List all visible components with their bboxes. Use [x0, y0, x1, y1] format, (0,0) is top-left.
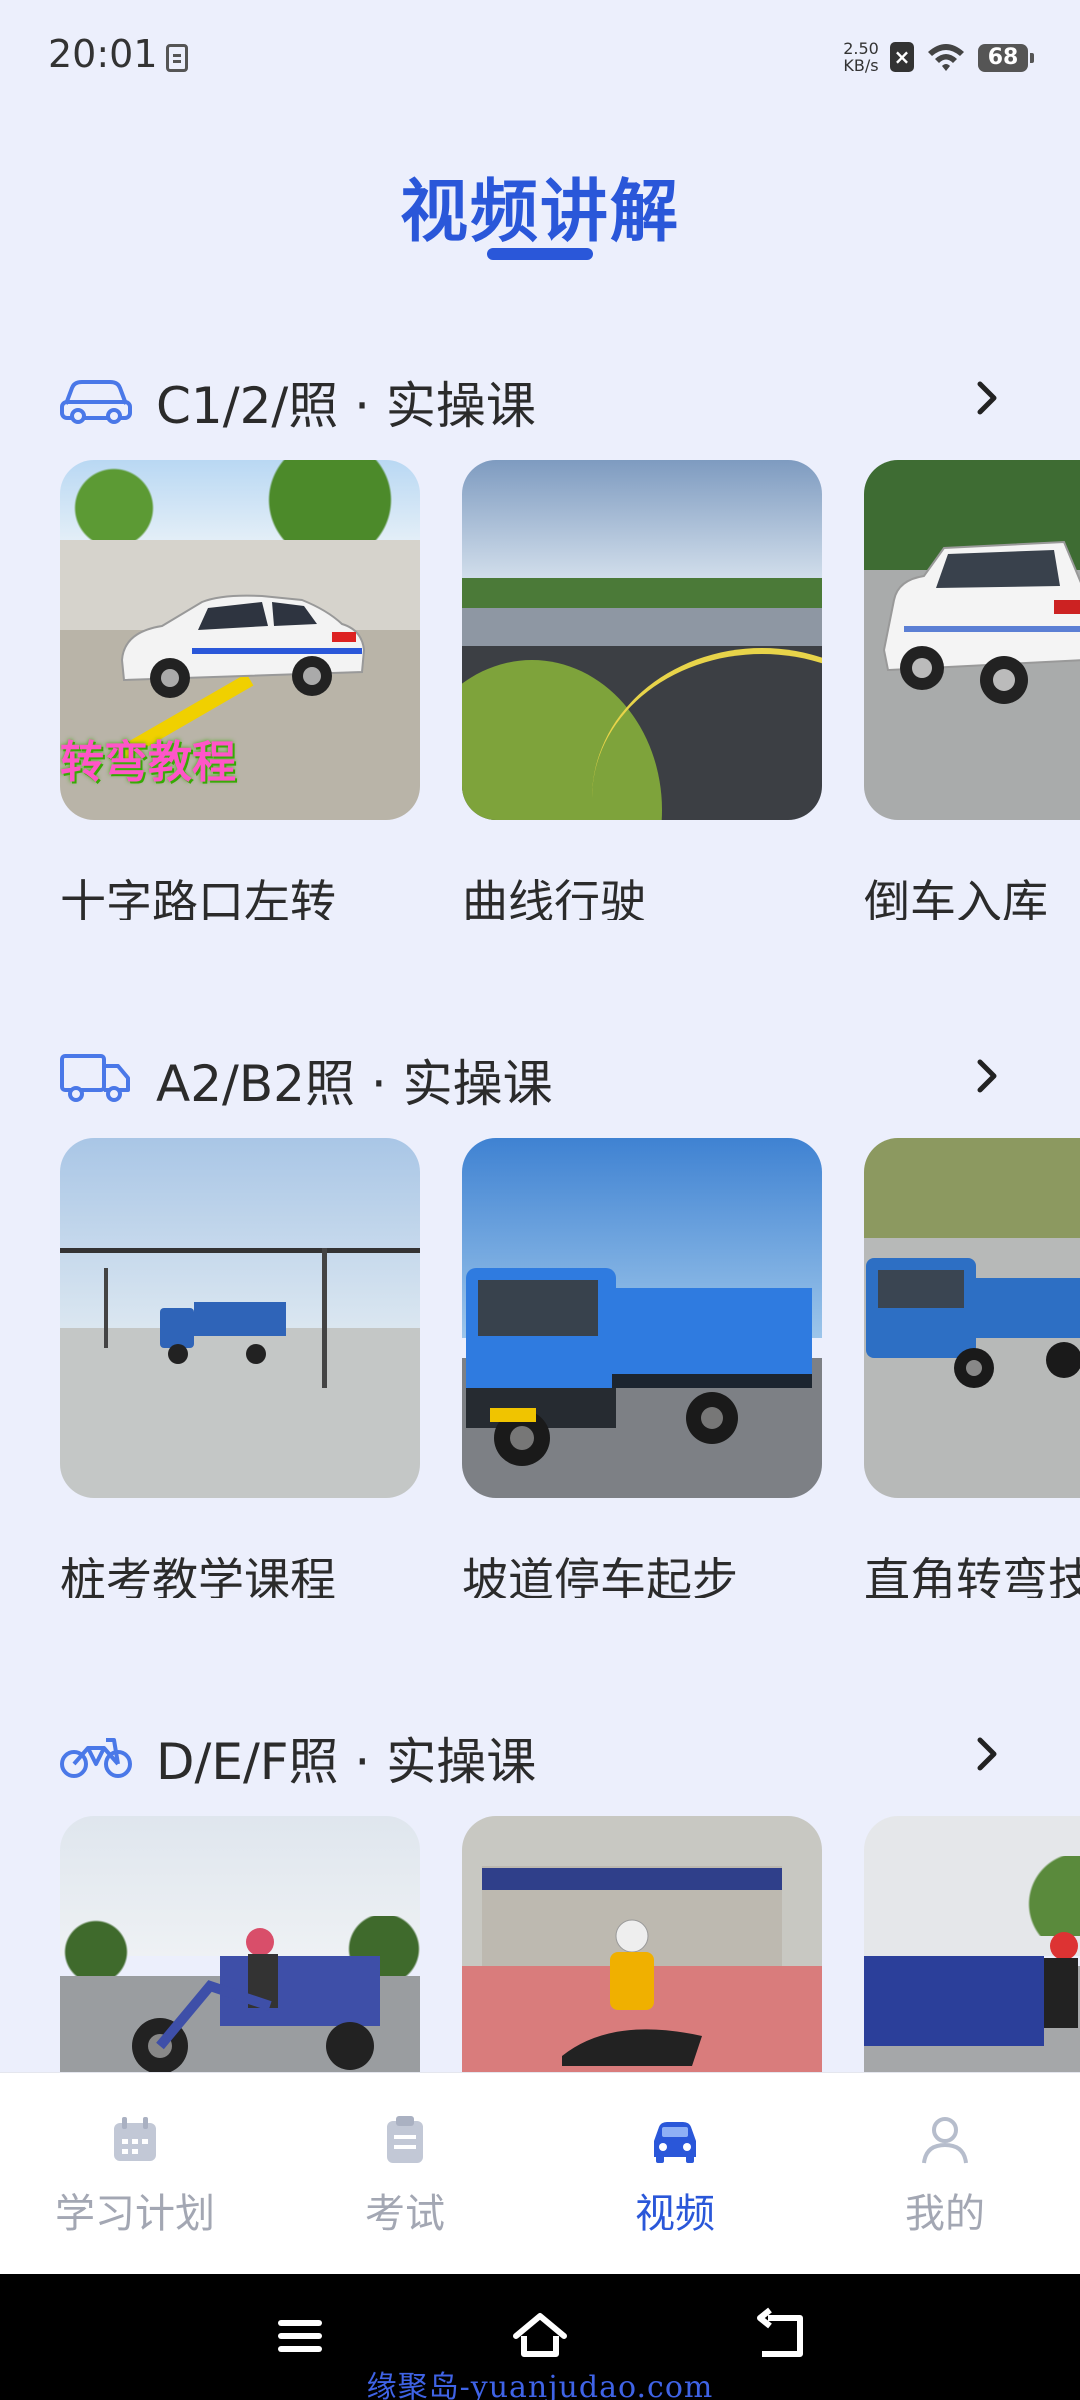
video-title: 十字路口左转	[60, 875, 336, 920]
motorcycle-icon	[60, 1738, 132, 1778]
title-underline	[487, 248, 593, 260]
bottom-nav: 学习计划 考试 视频 我的	[0, 2072, 1080, 2274]
video-thumbnail	[462, 460, 822, 820]
status-bar: 20:01 2.50 KB/s × 68	[0, 0, 1080, 115]
chevron-right-icon[interactable]	[966, 1054, 1010, 1098]
sim-off-icon: ×	[890, 42, 914, 72]
video-thumbnail	[864, 460, 1080, 820]
section-header[interactable]: C1/2/照 · 实操课	[0, 358, 1080, 438]
truck-icon	[60, 1054, 130, 1102]
nav-label: 视频	[635, 2191, 715, 2237]
nav-label: 考试	[365, 2191, 445, 2237]
nav-label: 我的	[905, 2191, 985, 2237]
video-thumbnail	[864, 1816, 1080, 2072]
watermark: 缘聚岛-yuanjudao.com	[366, 2370, 714, 2400]
page-title: 视频讲解	[399, 173, 680, 252]
video-title: 倒车入库	[864, 875, 1048, 920]
wifi-icon	[928, 44, 964, 71]
battery-indicator: 68	[978, 44, 1034, 72]
video-thumbnail: 转弯教程	[60, 460, 420, 820]
video-card[interactable]: 倒车入库	[864, 460, 1080, 920]
video-thumbnail	[60, 1816, 420, 2072]
menu-icon[interactable]	[270, 2306, 330, 2366]
network-speed-unit: KB/s	[843, 56, 879, 75]
section-title: C1/2/照 · 实操课	[156, 377, 536, 435]
back-icon[interactable]	[750, 2306, 810, 2366]
card-row	[0, 1816, 1080, 2072]
video-thumbnail	[462, 1138, 822, 1498]
nav-study-plan[interactable]: 学习计划	[0, 2073, 270, 2275]
network-speed: 2.50 KB/s	[838, 40, 884, 74]
nav-profile[interactable]: 我的	[810, 2073, 1080, 2275]
video-card[interactable]: 曲线行驶	[462, 460, 822, 920]
user-icon	[922, 2117, 968, 2164]
nav-label: 学习计划	[55, 2191, 215, 2237]
video-title: 直角转弯技	[864, 1553, 1080, 1598]
calendar-icon	[114, 2117, 156, 2161]
video-card[interactable]: 直角转弯技	[864, 1138, 1080, 1598]
video-card[interactable]: 坡道停车起步	[462, 1138, 822, 1598]
section-header[interactable]: A2/B2照 · 实操课	[0, 1036, 1080, 1116]
video-card[interactable]: 转弯教程 十字路口左转	[60, 460, 420, 920]
video-card[interactable]: 桩考教学课程	[60, 1138, 420, 1598]
video-thumbnail	[462, 1816, 822, 2072]
document-notification-icon	[166, 44, 188, 72]
car-icon	[60, 380, 132, 424]
section-title: A2/B2照 · 实操课	[156, 1055, 553, 1113]
video-title: 曲线行驶	[462, 875, 646, 920]
thumbnail-overlay-text: 转弯教程	[60, 737, 236, 788]
chevron-right-icon[interactable]	[966, 1732, 1010, 1776]
network-speed-value: 2.50	[843, 39, 879, 58]
video-thumbnail	[864, 1138, 1080, 1498]
status-time: 20:01	[48, 32, 158, 76]
chevron-right-icon[interactable]	[966, 376, 1010, 420]
section-title: D/E/F照 · 实操课	[156, 1733, 537, 1791]
video-card[interactable]	[864, 1816, 1080, 2072]
video-card[interactable]	[462, 1816, 822, 2072]
nav-exam[interactable]: 考试	[270, 2073, 540, 2275]
card-row: 桩考教学课程 坡道停车起步 直角转弯技	[0, 1138, 1080, 1598]
card-row: 转弯教程 十字路口左转 曲线行驶 倒车入库	[0, 460, 1080, 920]
video-card[interactable]	[60, 1816, 420, 2072]
clipboard-icon	[387, 2116, 423, 2163]
nav-video[interactable]: 视频	[540, 2073, 810, 2275]
home-icon[interactable]	[510, 2306, 570, 2366]
video-thumbnail	[60, 1138, 420, 1498]
video-title: 桩考教学课程	[60, 1553, 336, 1598]
car-icon	[654, 2122, 696, 2163]
section-header[interactable]: D/E/F照 · 实操课	[0, 1714, 1080, 1794]
video-title: 坡道停车起步	[462, 1553, 738, 1598]
